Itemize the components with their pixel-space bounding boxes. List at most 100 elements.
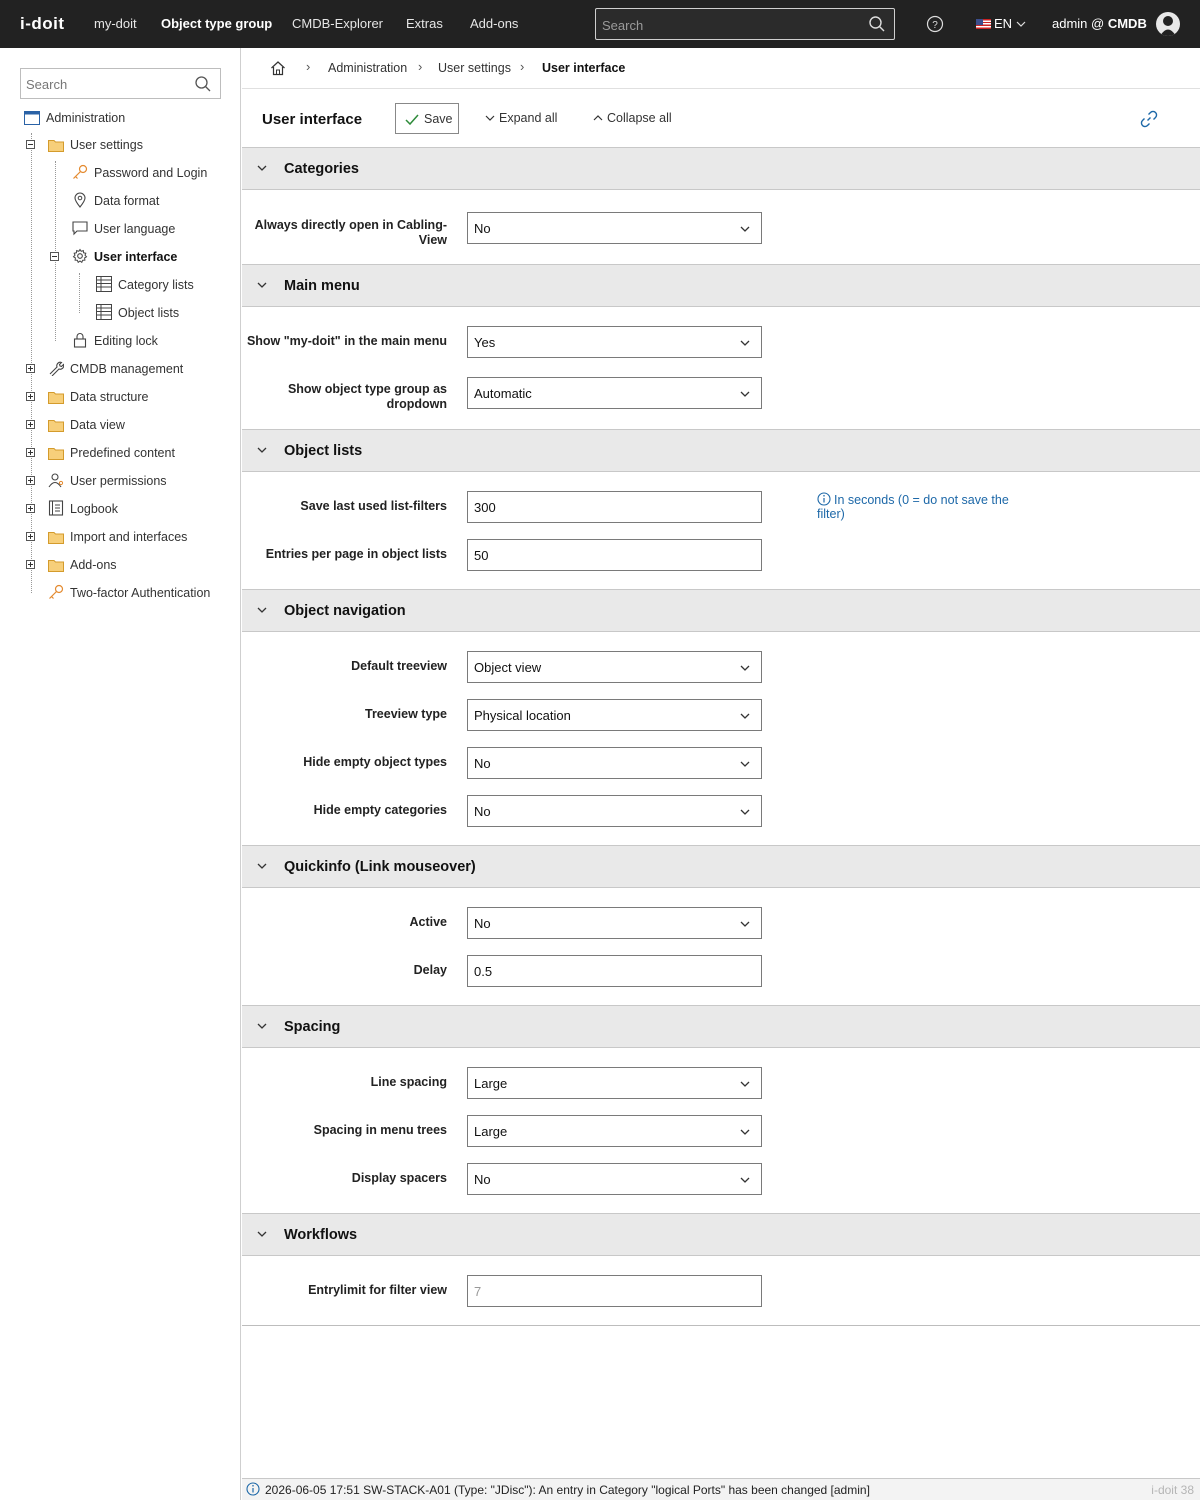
tree-item-add-ons[interactable]: Add-ons [48,556,117,574]
chevron-down-icon [257,863,267,869]
search-icon[interactable] [868,15,886,36]
tree-expand-toggle[interactable] [26,448,35,457]
collapse-all-label: Collapse all [607,111,672,125]
breadcrumb-user-interface: User interface [542,61,626,75]
sidebar-search-input[interactable] [26,75,186,93]
show-mydoit-select[interactable]: Yes [467,326,762,358]
tree-item-two-factor-authentication[interactable]: Two-factor Authentication [48,584,210,602]
field-label: Hide empty categories [313,803,447,817]
collapse-all-button[interactable]: Collapse all [593,111,672,125]
line-spacing-select[interactable]: Large [467,1067,762,1099]
hide-empty-categories-select[interactable]: No [467,795,762,827]
user-account[interactable]: admin @ CMDB [1052,16,1147,31]
tree-item-predefined-content[interactable]: Predefined content [48,444,175,462]
tree-expand-toggle[interactable] [26,504,35,513]
tree-item-data-structure[interactable]: Data structure [48,388,149,406]
search-icon[interactable] [194,75,212,96]
global-search-input[interactable] [602,15,862,35]
info-icon [817,492,831,506]
tree-item-administration[interactable]: Administration [24,109,125,127]
tree-label: Data view [70,418,125,432]
input-value: 50 [474,548,489,563]
tree-expand-toggle[interactable] [26,392,35,401]
select-value: No [474,1172,491,1187]
tree-label: Logbook [70,502,118,516]
quickinfo-active-select[interactable]: No [467,907,762,939]
hide-empty-object-types-select[interactable]: No [467,747,762,779]
tree-label: Add-ons [70,558,117,572]
nav-cmdb-explorer[interactable]: CMDB-Explorer [292,16,383,31]
tree-item-import-interfaces[interactable]: Import and interfaces [48,528,187,546]
chevron-down-icon [740,921,750,927]
wrench-icon [48,360,66,377]
cabling-view-select[interactable]: No [467,212,762,244]
expand-all-label: Expand all [499,111,558,125]
section-main-menu-header[interactable]: Main menu [242,264,1200,307]
field-label: Hide empty object types [303,755,447,769]
breadcrumb-administration[interactable]: Administration [328,61,407,75]
tree-item-user-interface[interactable]: User interface [72,248,177,266]
object-type-group-dropdown-select[interactable]: Automatic [467,377,762,409]
tree-item-cmdb-management[interactable]: CMDB management [48,360,183,378]
chevron-right-icon: › [520,59,525,74]
tree-label: Two-factor Authentication [70,586,211,600]
breadcrumb-user-settings[interactable]: User settings [438,61,511,75]
treeview-type-select[interactable]: Physical location [467,699,762,731]
menu-tree-spacing-select[interactable]: Large [467,1115,762,1147]
section-quickinfo-header[interactable]: Quickinfo (Link mouseover) [242,845,1200,888]
tree-collapse-toggle[interactable] [26,140,35,149]
quickinfo-delay-input[interactable]: 0.5 [467,955,762,987]
tree-item-category-lists[interactable]: Category lists [96,276,194,294]
home-icon[interactable] [270,60,286,79]
chevron-down-icon [740,1081,750,1087]
status-message[interactable]: 2026-06-05 17:51 SW-STACK-A01 (Type: "JD… [265,1483,870,1497]
tree-item-data-format[interactable]: Data format [72,192,159,210]
default-treeview-select[interactable]: Object view [467,651,762,683]
tree-expand-toggle[interactable] [26,420,35,429]
tree-expand-toggle[interactable] [26,532,35,541]
i-doit-logo[interactable]: i-doit [20,14,65,34]
tree-item-editing-lock[interactable]: Editing lock [72,332,158,350]
version-label: i-doit 38 [1151,1483,1194,1497]
entrylimit-filter-view-input[interactable]: 7 [467,1275,762,1307]
display-spacers-select[interactable]: No [467,1163,762,1195]
tree-item-user-settings[interactable]: User settings [48,136,143,154]
tree-item-password-login[interactable]: Password and Login [72,164,207,182]
nav-extras[interactable]: Extras [406,16,443,31]
section-title: Categories [284,161,359,177]
tree-item-user-language[interactable]: User language [72,220,175,238]
section-spacing-header[interactable]: Spacing [242,1005,1200,1048]
chevron-down-icon [740,340,750,346]
select-value: No [474,221,491,236]
tree-item-object-lists[interactable]: Object lists [96,304,179,322]
nav-add-ons[interactable]: Add-ons [470,16,518,31]
field-label: Treeview type [365,707,447,721]
language-selector[interactable]: EN [976,16,1026,31]
tree-item-logbook[interactable]: Logbook [48,500,118,518]
section-categories-header[interactable]: Categories [242,147,1200,190]
field-label: Line spacing [370,1075,447,1089]
link-icon[interactable] [1140,110,1158,131]
nav-my-doit[interactable]: my-doit [94,16,137,31]
location-pin-icon [72,192,90,208]
avatar[interactable] [1156,12,1180,36]
expand-all-button[interactable]: Expand all [485,111,557,125]
entries-per-page-input[interactable]: 50 [467,539,762,571]
section-object-navigation-header[interactable]: Object navigation [242,589,1200,632]
tree-item-data-view[interactable]: Data view [48,416,125,434]
select-value: No [474,804,491,819]
tree-expand-toggle[interactable] [26,560,35,569]
book-icon [48,500,66,516]
help-icon[interactable]: ? [926,15,944,36]
nav-object-type-group[interactable]: Object type group [161,16,272,31]
section-workflows-header[interactable]: Workflows [242,1213,1200,1256]
sidebar: Administration User settings Password an… [0,48,241,1500]
tree-item-user-permissions[interactable]: User permissions [48,472,167,490]
tree-collapse-toggle[interactable] [50,252,59,261]
save-list-filters-input[interactable]: 300 [467,491,762,523]
section-object-lists-header[interactable]: Object lists [242,429,1200,472]
tree-expand-toggle[interactable] [26,364,35,373]
section-divider [242,1325,1200,1326]
tree-expand-toggle[interactable] [26,476,35,485]
save-button[interactable]: Save [395,103,459,134]
